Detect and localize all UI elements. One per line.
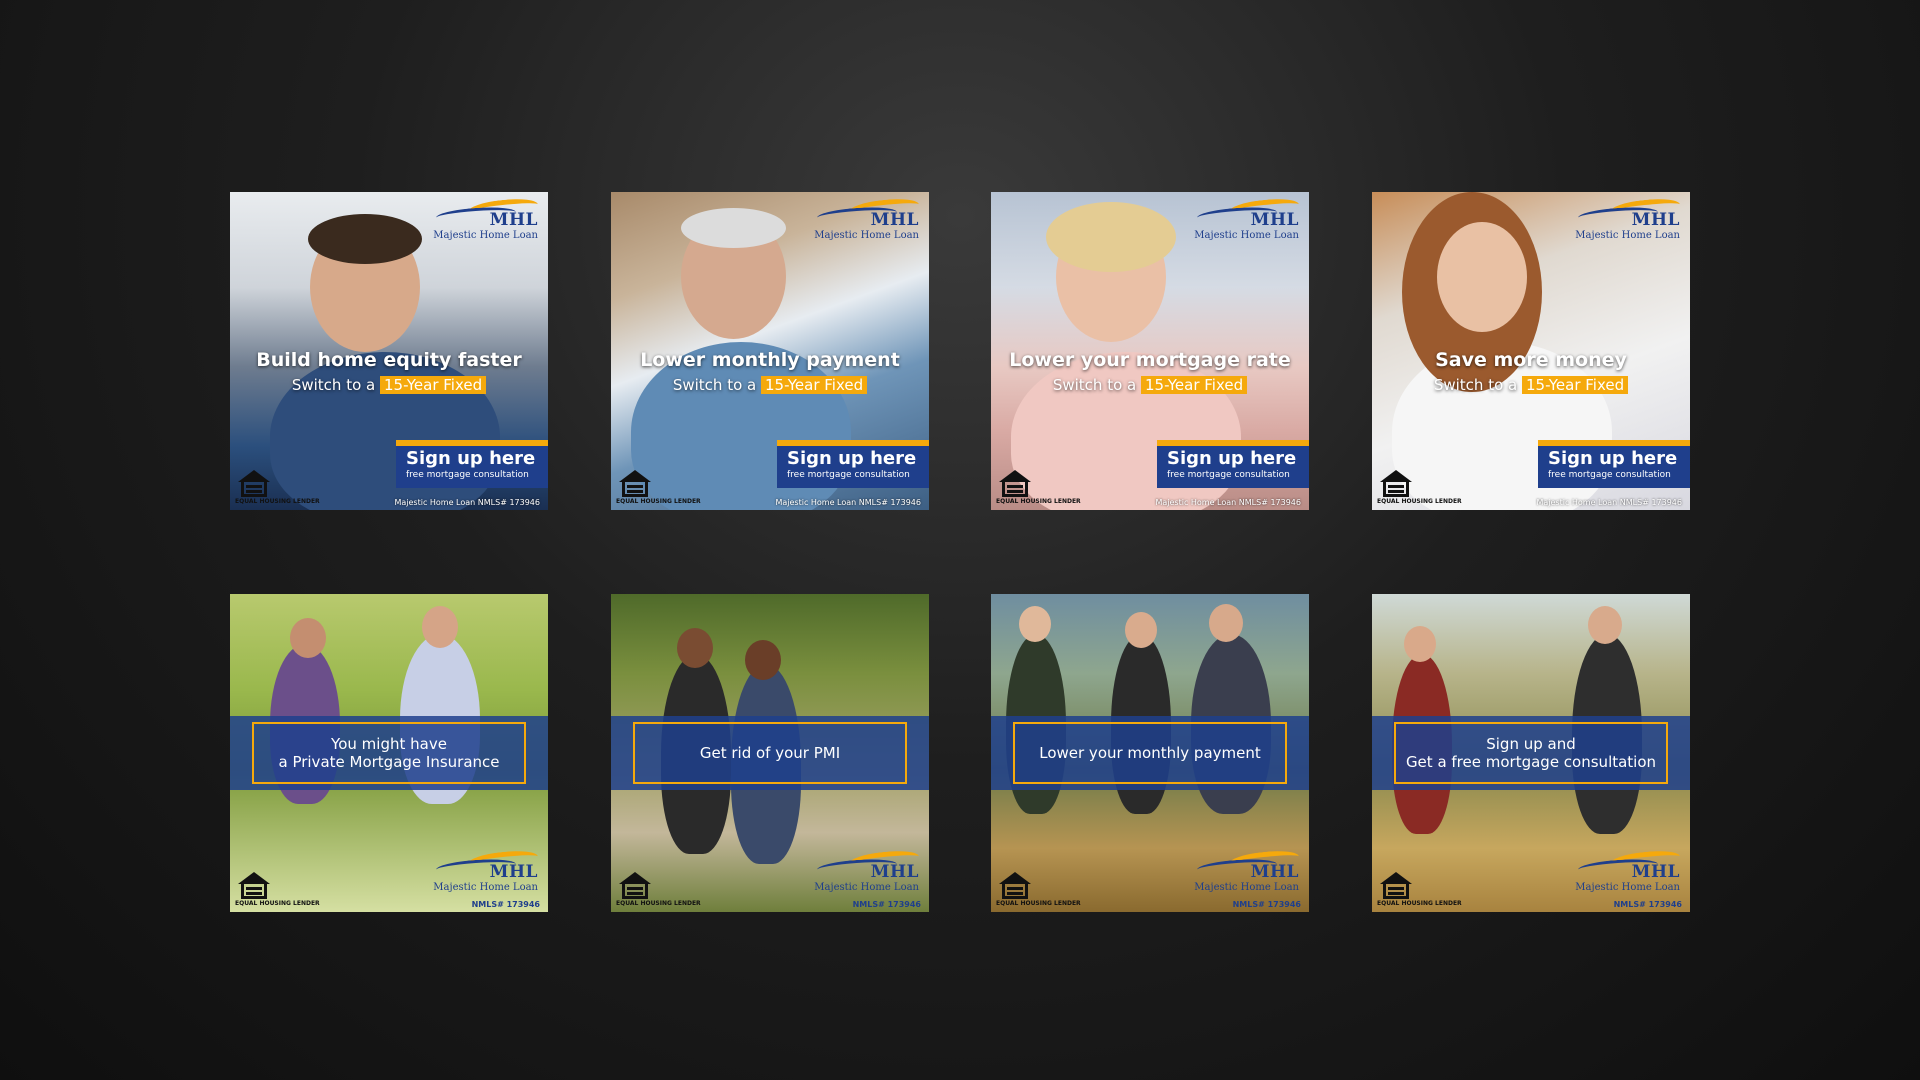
ad-banner-mortgage-rate[interactable]: MHL Majestic Home Loan Lower your mortga… [991, 192, 1309, 510]
message-line-2: Get a free mortgage consultation [1405, 753, 1657, 771]
ad-subline: Switch to a 15-Year Fixed [230, 376, 548, 394]
sign-up-button[interactable]: Sign up here free mortgage consultation [396, 440, 548, 488]
equal-housing-icon: EQUAL HOUSING LENDER [234, 872, 320, 910]
message-line-1: You might have [331, 735, 447, 753]
message-line-1: Get rid of your PMI [699, 744, 841, 762]
mhl-logo: MHL Majestic Home Loan [1565, 196, 1681, 246]
equal-housing-icon: EQUAL HOUSING LENDER [995, 470, 1081, 508]
ad-subline: Switch to a 15-Year Fixed [611, 376, 929, 394]
ad-banner-consultation[interactable]: Sign up and Get a free mortgage consulta… [1372, 594, 1690, 912]
ad-banner-monthly-payment[interactable]: MHL Majestic Home Loan Lower monthly pay… [611, 192, 929, 510]
nmls-text: NMLS# 173946 [852, 900, 921, 909]
nmls-text: Majestic Home Loan NMLS# 173946 [394, 498, 540, 507]
mhl-logo: MHL Majestic Home Loan [804, 196, 920, 246]
equal-housing-icon: EQUAL HOUSING LENDER [615, 872, 701, 910]
nmls-text: NMLS# 173946 [1613, 900, 1682, 909]
ad-headline: Lower your mortgage rate [1009, 349, 1291, 371]
ad-subline: Switch to a 15-Year Fixed [991, 376, 1309, 394]
message-band: Lower your monthly payment [991, 716, 1309, 790]
sign-up-button[interactable]: Sign up here free mortgage consultation [1157, 440, 1309, 488]
equal-housing-icon: EQUAL HOUSING LENDER [995, 872, 1081, 910]
mhl-logo: MHL Majestic Home Loan [1565, 848, 1681, 898]
message-band: Sign up and Get a free mortgage consulta… [1372, 716, 1690, 790]
message-band: Get rid of your PMI [611, 716, 929, 790]
ad-banner-equity[interactable]: MHL Majestic Home Loan Build home equity… [230, 192, 548, 510]
ad-subline: Switch to a 15-Year Fixed [1372, 376, 1690, 394]
ad-banner-monthly-payment-family[interactable]: Lower your monthly payment MHL Majestic … [991, 594, 1309, 912]
nmls-text: Majestic Home Loan NMLS# 173946 [1536, 498, 1682, 507]
ad-headline: Lower monthly payment [640, 349, 900, 371]
message-line-2: a Private Mortgage Insurance [278, 753, 500, 771]
mhl-logo: MHL Majestic Home Loan [804, 848, 920, 898]
ad-banner-pmi-remove[interactable]: Get rid of your PMI MHL Majestic Home Lo… [611, 594, 929, 912]
highlight-badge: 15-Year Fixed [761, 376, 868, 394]
ad-headline: Save more money [1435, 349, 1627, 371]
message-line-1: Lower your monthly payment [1039, 744, 1261, 762]
equal-housing-icon: EQUAL HOUSING LENDER [1376, 872, 1462, 910]
nmls-text: NMLS# 173946 [471, 900, 540, 909]
highlight-badge: 15-Year Fixed [1522, 376, 1629, 394]
equal-housing-icon: EQUAL HOUSING LENDER [1376, 470, 1462, 508]
mhl-logo: MHL Majestic Home Loan [423, 196, 539, 246]
highlight-badge: 15-Year Fixed [1141, 376, 1248, 394]
equal-housing-icon: EQUAL HOUSING LENDER [234, 470, 320, 508]
sign-up-button[interactable]: Sign up here free mortgage consultation [777, 440, 929, 488]
nmls-text: Majestic Home Loan NMLS# 173946 [775, 498, 921, 507]
message-line-1: Sign up and [1486, 735, 1576, 753]
ad-headline: Build home equity faster [256, 349, 522, 371]
sign-up-button[interactable]: Sign up here free mortgage consultation [1538, 440, 1690, 488]
ad-showcase-board: MHL Majestic Home Loan Build home equity… [0, 0, 1920, 1080]
equal-housing-icon: EQUAL HOUSING LENDER [615, 470, 701, 508]
mhl-logo: MHL Majestic Home Loan [1184, 196, 1300, 246]
message-band: You might have a Private Mortgage Insura… [230, 716, 548, 790]
mhl-logo: MHL Majestic Home Loan [1184, 848, 1300, 898]
ad-banner-pmi-info[interactable]: You might have a Private Mortgage Insura… [230, 594, 548, 912]
mhl-logo: MHL Majestic Home Loan [423, 848, 539, 898]
ad-banner-save-money[interactable]: MHL Majestic Home Loan Save more money S… [1372, 192, 1690, 510]
nmls-text: Majestic Home Loan NMLS# 173946 [1155, 498, 1301, 507]
nmls-text: NMLS# 173946 [1232, 900, 1301, 909]
highlight-badge: 15-Year Fixed [380, 376, 487, 394]
